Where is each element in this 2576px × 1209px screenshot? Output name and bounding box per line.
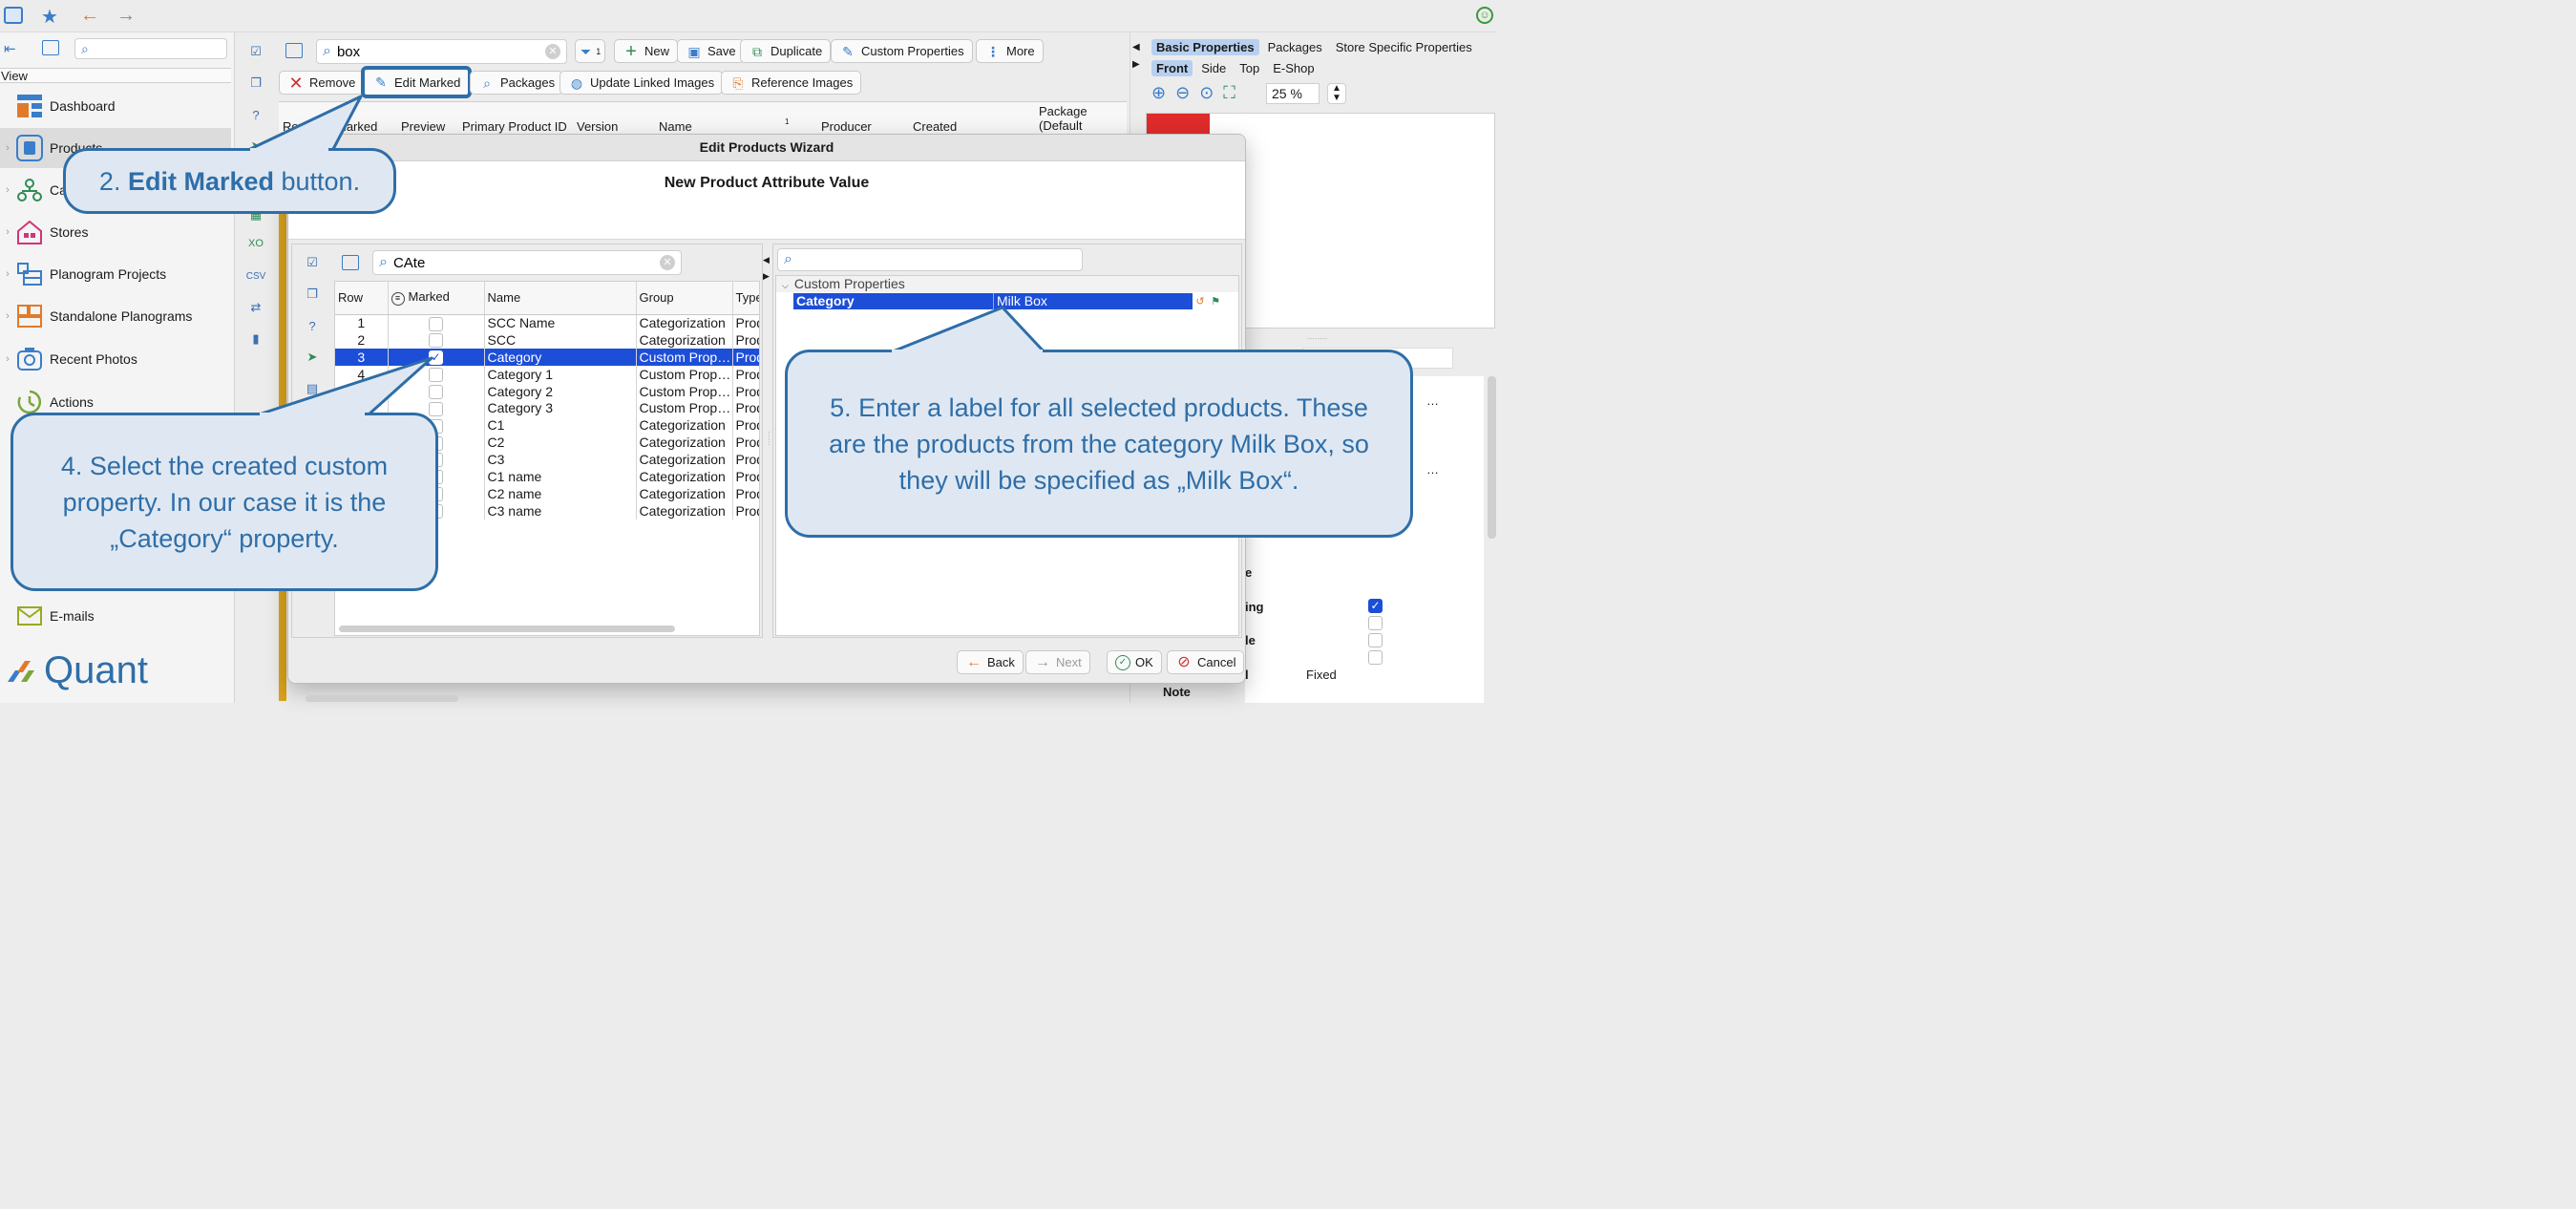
callout-text: 2. Edit Marked button. [99, 163, 360, 200]
callout-suffix: button. [274, 166, 361, 196]
callout-bold: Edit Marked [127, 166, 274, 196]
callout-text: 4. Select the created custom property. I… [60, 451, 389, 553]
callout-step-4: 4. Select the created custom property. I… [11, 413, 438, 591]
callout-step-2: 2. Edit Marked button. [63, 148, 396, 214]
callout-text: 5. Enter a label for all selected produc… [829, 392, 1369, 495]
callout-step-5: 5. Enter a label for all selected produc… [785, 350, 1413, 538]
callout-prefix: 2. [98, 166, 128, 196]
seam-cover [260, 413, 365, 418]
seam-cover [892, 350, 1043, 355]
seam-cover [250, 148, 328, 153]
